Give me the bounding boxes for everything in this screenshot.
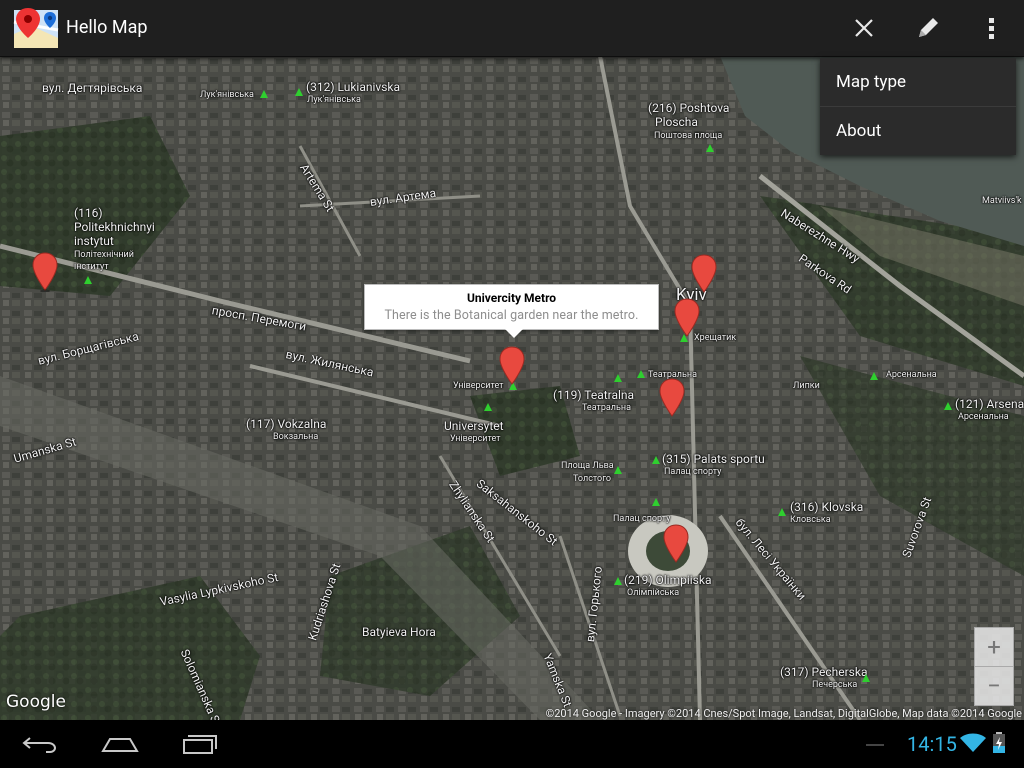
zoom-out-button[interactable]: −: [974, 666, 1014, 706]
metro-icon: [706, 144, 714, 152]
map-label: інститут: [74, 262, 109, 272]
map-label: (315) Palats sportu: [662, 452, 765, 466]
metro-icon: [614, 577, 622, 585]
app-title: Hello Map: [66, 17, 148, 38]
metro-icon: [84, 276, 92, 284]
google-logo: Google: [6, 692, 66, 712]
map-label: Universytet: [444, 419, 504, 433]
metro-icon: [862, 674, 870, 682]
map-label: Лук'янівська: [307, 95, 361, 105]
map-label: Лук'янівська: [200, 90, 254, 100]
map-label: Арсенальна: [958, 412, 1009, 422]
map-label: (116): [74, 206, 103, 220]
metro-icon: [652, 498, 660, 506]
map-label: Липки: [793, 381, 820, 391]
map-label: (316) Klovska: [790, 500, 864, 514]
back-icon[interactable]: [0, 720, 80, 768]
map-label: (119) Teatralna: [553, 388, 635, 402]
status-clock[interactable]: 14:15: [907, 732, 957, 756]
map-label: вул. Дегтярівська: [42, 81, 143, 95]
map-marker[interactable]: [659, 378, 685, 418]
map-label: Палац спорту: [613, 514, 671, 524]
notification-dash: [866, 744, 884, 746]
close-icon[interactable]: [840, 4, 888, 52]
metro-icon: [652, 456, 660, 464]
metro-icon: [295, 88, 303, 96]
map-copyright: ©2014 Google - Imagery ©2014 Cnes/Spot I…: [545, 707, 1022, 720]
satellite-map[interactable]: вул. Дегтярівська Лук'янівська (312) Luk…: [0, 56, 1024, 720]
map-label: Театральна: [582, 403, 631, 413]
metro-icon: [778, 508, 786, 516]
map-label: Арсенальна: [886, 370, 937, 380]
wifi-icon: [960, 733, 986, 757]
pencil-icon[interactable]: [904, 4, 952, 52]
map-marker-selected[interactable]: [499, 346, 525, 386]
metro-icon: [870, 372, 878, 380]
map-label: (216) Poshtova: [648, 101, 730, 115]
map-label: instytut: [74, 234, 114, 248]
metro-icon: [944, 402, 952, 410]
metro-icon: [614, 374, 622, 382]
system-navigation-bar: 14:15: [0, 720, 1024, 768]
info-window[interactable]: Univercity Metro There is the Botanical …: [364, 284, 659, 338]
map-label: Університет: [450, 434, 501, 444]
battery-charging-icon: [992, 732, 1006, 758]
map-marker[interactable]: [691, 254, 717, 294]
map-label: (117) Vokzalna: [246, 417, 327, 431]
map-label: Хрещатик: [694, 333, 737, 343]
map-label: (312) Lukianivska: [306, 80, 401, 94]
home-icon[interactable]: [80, 720, 160, 768]
map-label: Площа Льва: [561, 461, 614, 471]
map-label: Matviivs'k: [982, 196, 1022, 206]
map-pin-icon[interactable]: [12, 4, 60, 52]
menu-item-map-type[interactable]: Map type: [820, 58, 1016, 107]
metro-icon: [484, 403, 492, 411]
map-label: Поштова площа: [654, 131, 723, 141]
map-label: Politekhnichnyi: [74, 220, 155, 234]
map-label: Університет: [453, 381, 504, 391]
map-label: (317) Pecherska: [780, 665, 868, 679]
zoom-in-button[interactable]: +: [974, 627, 1014, 667]
map-label: Ploscha: [655, 115, 698, 129]
overflow-icon[interactable]: [968, 4, 1016, 52]
map-label: Batyieva Hora: [362, 625, 436, 639]
map-label: Олімпійська: [627, 588, 680, 598]
map-label: Толстого: [573, 474, 612, 484]
menu-item-about[interactable]: About: [820, 107, 1016, 155]
metro-icon: [637, 370, 645, 378]
map-label: Політехнічний: [74, 250, 134, 260]
map-marker[interactable]: [663, 524, 689, 564]
metro-icon: [260, 90, 268, 98]
info-window-snippet: There is the Botanical garden near the m…: [384, 308, 639, 323]
map-label: Печерська: [812, 680, 858, 690]
map-label: Кловська: [790, 515, 831, 525]
map-label: Палац спорту: [664, 467, 722, 477]
metro-icon: [614, 466, 622, 474]
map-marker[interactable]: [674, 298, 700, 338]
map-label: Вокзальна: [273, 432, 319, 442]
map-label: (121) Arsenaln: [955, 397, 1024, 411]
recents-icon[interactable]: [160, 720, 240, 768]
map-marker[interactable]: [32, 252, 58, 292]
map-label: (219) Olimpiiska: [624, 573, 712, 587]
info-window-title: Univercity Metro: [466, 291, 557, 305]
info-window-tail: [505, 329, 523, 338]
overflow-menu: Map type About: [820, 58, 1016, 155]
action-bar: Hello Map: [0, 0, 1024, 57]
